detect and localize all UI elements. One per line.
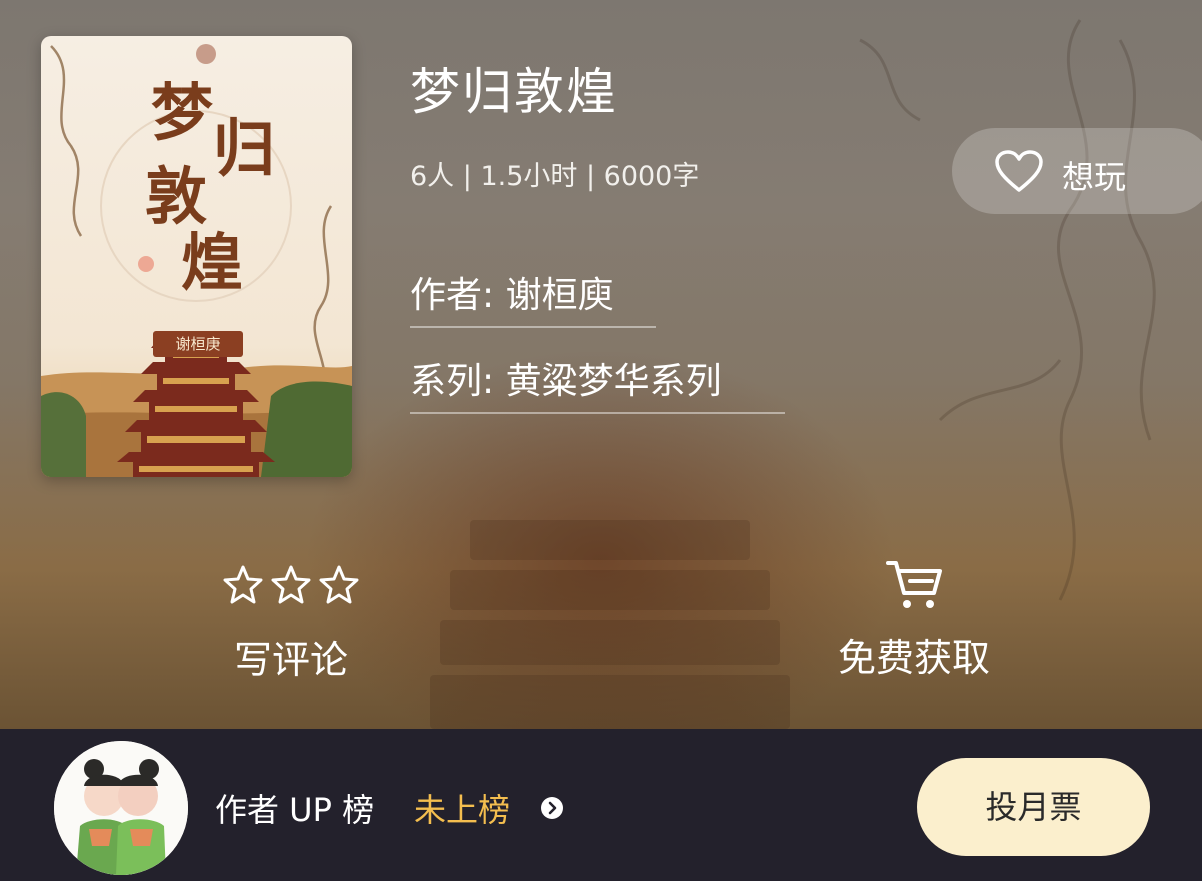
author-up-rank-label: 作者 UP 榜 — [215, 791, 375, 829]
cover-title-char: 归 — [213, 112, 276, 185]
author-avatar[interactable] — [54, 741, 188, 875]
rating-stars — [222, 563, 360, 607]
rank-status[interactable]: 未上榜 — [414, 785, 510, 831]
book-title: 梦归敦煌 — [410, 63, 618, 121]
monthly-vote-button[interactable]: 投月票 — [917, 758, 1150, 856]
cover-author-plate: 谢桓庚 — [153, 331, 243, 357]
get-free-label: 免费获取 — [837, 636, 990, 680]
chevron-right-circle-icon[interactable] — [540, 796, 564, 820]
series-link[interactable]: 系列: 黄粱梦华系列 — [410, 352, 785, 414]
cart-icon — [886, 561, 942, 608]
heart-outline-icon — [995, 150, 1043, 192]
star-outline-icon — [223, 565, 359, 604]
book-cover[interactable]: 梦 归 敦 煌 谢桓庚 — [41, 36, 352, 477]
hero-section: 梦 归 敦 煌 谢桓庚 梦归敦煌 6人 | 1.5小时 | 6000字 想玩 作… — [0, 0, 1202, 729]
want-to-play-label: 想玩 — [1062, 158, 1127, 196]
avatar-illustration — [54, 741, 188, 875]
cover-title-char: 煌 — [181, 226, 244, 299]
author-link[interactable]: 作者: 谢桓庾 — [410, 266, 656, 328]
bottom-bar: 作者 UP 榜 未上榜 投月票 — [0, 729, 1202, 881]
cover-title-char: 敦 — [145, 160, 208, 233]
write-review-button[interactable]: 写评论 — [222, 563, 360, 684]
cover-title-char: 梦 — [151, 76, 214, 149]
write-review-label: 写评论 — [233, 638, 348, 682]
book-meta: 6人 | 1.5小时 | 6000字 — [410, 161, 700, 192]
get-free-button[interactable]: 免费获取 — [826, 557, 1002, 682]
want-to-play-button[interactable]: 想玩 — [952, 128, 1202, 214]
